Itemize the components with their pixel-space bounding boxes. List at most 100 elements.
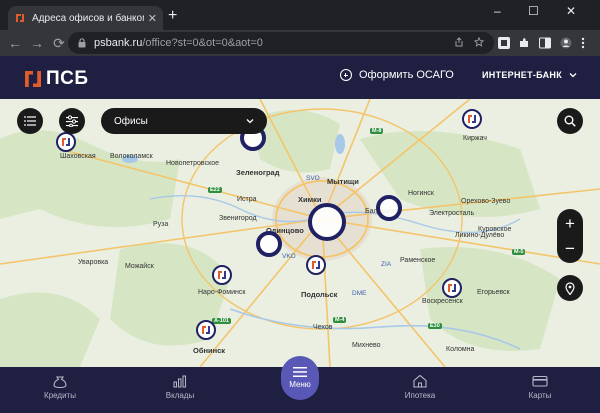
puzzle-extensions-icon[interactable]	[518, 37, 530, 49]
town-label: Волоколамск	[110, 153, 153, 160]
airport-label: VKO	[282, 253, 296, 260]
logo-text: ПСБ	[46, 68, 89, 89]
town-label: Зеленоград	[236, 168, 280, 177]
address-bar[interactable]: psbank.ru /office?st=0&ot=0&aot=0	[68, 32, 494, 54]
office-map[interactable]: Шаховская Волоколамск Новопетровское Зел…	[0, 99, 600, 367]
psb-pin-icon	[202, 326, 210, 334]
url-path: /office?st=0&ot=0&aot=0	[142, 37, 263, 49]
road-shield: E30	[428, 323, 442, 329]
chevron-down-icon	[569, 73, 577, 78]
osago-button[interactable]: Оформить ОСАГО	[340, 69, 454, 81]
close-window-icon[interactable]: ✕	[566, 4, 576, 18]
back-icon[interactable]: ←	[6, 35, 24, 51]
tab-title: Адреса офисов и банкоматов |	[32, 12, 144, 24]
maximize-icon[interactable]: ☐	[528, 4, 539, 18]
menu-button[interactable]: Меню	[281, 356, 319, 400]
town-label: Воскресенск	[422, 298, 463, 305]
zoom-in-button[interactable]: +	[557, 215, 583, 232]
office-cluster-marker[interactable]	[308, 203, 346, 241]
office-pin-marker[interactable]	[212, 265, 232, 285]
office-pin-marker[interactable]	[196, 320, 216, 340]
psb-logo-icon	[25, 71, 41, 87]
profile-icon[interactable]	[560, 37, 572, 49]
list-view-button[interactable]	[17, 108, 43, 134]
town-label: Михнево	[352, 342, 381, 349]
town-label: Ногинск	[408, 190, 434, 197]
zoom-out-button[interactable]: −	[557, 240, 583, 257]
plus-circle-icon	[340, 69, 352, 81]
town-label: Уваровка	[78, 259, 109, 266]
growth-chart-icon	[173, 375, 186, 388]
location-pin-icon	[565, 281, 575, 295]
share-icon[interactable]	[454, 37, 464, 47]
card-icon	[532, 375, 548, 387]
psb-pin-icon	[468, 115, 476, 123]
town-label: Раменское	[400, 257, 436, 264]
psb-pin-icon	[448, 284, 456, 292]
office-pin-marker[interactable]	[442, 278, 462, 298]
town-label: Киржач	[463, 135, 487, 142]
town-label: Чехов	[313, 324, 333, 331]
town-label: Куровское	[478, 226, 512, 233]
town-label: Обнинск	[193, 346, 226, 355]
nav-label: Карты	[528, 391, 552, 400]
office-type-value: Офисы	[114, 115, 148, 127]
filter-button[interactable]	[59, 108, 85, 134]
airport-label: SVO	[306, 175, 320, 182]
extension-icon[interactable]	[498, 37, 510, 49]
search-icon	[564, 115, 576, 127]
town-label: Руза	[153, 221, 169, 228]
town-label: Истра	[237, 196, 257, 203]
filter-sliders-icon	[66, 115, 78, 127]
forward-icon[interactable]: →	[28, 35, 46, 51]
geolocation-button[interactable]	[557, 275, 583, 301]
office-cluster-marker[interactable]	[256, 231, 282, 257]
browser-menu-icon[interactable]	[580, 37, 586, 49]
town-label: Подольск	[301, 290, 338, 299]
psb-pin-icon	[62, 138, 70, 146]
internet-bank-label: ИНТЕРНЕТ-БАНК	[482, 70, 562, 80]
office-cluster-marker[interactable]	[376, 195, 402, 221]
road-shield: A-101	[212, 318, 231, 324]
nav-label: Кредиты	[44, 391, 76, 400]
minimize-icon[interactable]: –	[494, 4, 501, 18]
internet-bank-dropdown[interactable]: ИНТЕРНЕТ-БАНК	[482, 70, 577, 80]
psb-pin-icon	[218, 271, 226, 279]
nav-item-credits[interactable]: Кредиты	[20, 374, 100, 400]
nav-label: Вклады	[165, 391, 195, 400]
nav-item-deposits[interactable]: Вклады	[140, 374, 220, 400]
nav-item-cards[interactable]: Карты	[500, 374, 580, 400]
town-label: Ликино-Дулёво	[455, 232, 505, 239]
tab-close-icon[interactable]: ✕	[148, 12, 157, 25]
side-panel-icon[interactable]	[539, 37, 551, 49]
town-label: Можайск	[125, 263, 154, 270]
town-label: Орехово-Зуево	[461, 198, 511, 205]
reload-icon[interactable]: ⟳	[50, 35, 68, 52]
money-bag-icon	[53, 376, 67, 388]
browser-tabstrip: Адреса офисов и банкоматов | ✕ + – ☐ ✕	[0, 0, 600, 30]
bookmark-star-icon[interactable]	[474, 37, 484, 47]
town-label: Егорьевск	[477, 289, 510, 296]
list-icon	[24, 116, 36, 126]
town-label: Коломна	[446, 346, 475, 353]
town-label: Наро-Фоминск	[198, 289, 246, 296]
new-tab-button[interactable]: +	[168, 8, 177, 24]
road-shield: M-5	[512, 249, 526, 255]
psb-logo[interactable]: ПСБ	[24, 68, 89, 90]
office-pin-marker[interactable]	[306, 255, 326, 275]
road-shield: M-8	[370, 128, 384, 134]
osago-label: Оформить ОСАГО	[359, 69, 454, 81]
town-label: Электросталь	[429, 210, 475, 217]
nav-item-mortgage[interactable]: Ипотека	[380, 374, 460, 400]
chevron-down-icon	[246, 119, 254, 124]
url-host: psbank.ru	[94, 37, 143, 49]
browser-tab[interactable]: Адреса офисов и банкоматов | ✕	[8, 6, 163, 30]
town-label: Новопетровское	[166, 160, 219, 167]
search-button[interactable]	[557, 108, 583, 134]
office-pin-marker[interactable]	[462, 109, 482, 129]
office-pin-marker[interactable]	[56, 132, 76, 152]
office-type-select[interactable]: Офисы	[101, 108, 267, 134]
site-header: ПСБ Оформить ОСАГО ИНТЕРНЕТ-БАНК	[0, 56, 600, 99]
town-label: Химки	[298, 195, 322, 204]
road-shield: E22	[208, 187, 222, 193]
